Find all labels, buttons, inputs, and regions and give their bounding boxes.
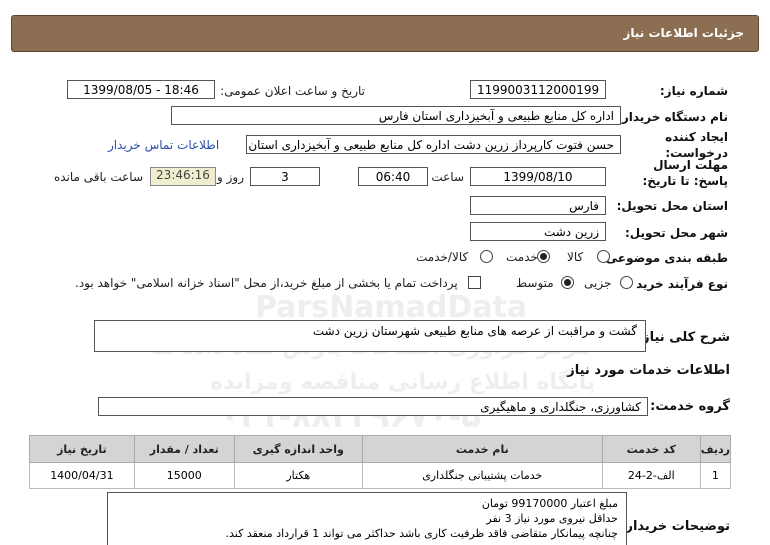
buyer-notes-box: مبلغ اعتبار 99170000 تومان حداقل نیروی م… bbox=[107, 492, 627, 545]
cell-service-code: الف-2-24 bbox=[601, 462, 701, 489]
category-radio-service[interactable] bbox=[537, 250, 550, 263]
process-radio-medium[interactable] bbox=[561, 276, 574, 289]
col-header-unit: واحد اندازه گیری bbox=[233, 435, 363, 463]
summary-label: شرح کلی نیاز: bbox=[636, 330, 730, 345]
cell-unit: هکتار bbox=[233, 462, 363, 489]
page-title: جزئیات اطلاعات نیاز bbox=[623, 26, 744, 40]
category-option-goods-service: کالا/خدمت bbox=[416, 250, 469, 264]
col-header-service-code: کد خدمت bbox=[601, 435, 701, 463]
col-header-need-date: تاریخ نیاز bbox=[29, 435, 135, 463]
category-option-goods: کالا bbox=[567, 250, 584, 264]
payment-note: پرداخت تمام یا بخشی از مبلغ خرید،از محل … bbox=[75, 276, 458, 290]
summary-text: گشت و مراقبت از عرصه های منابع طبیعی شهر… bbox=[312, 324, 637, 338]
announce-field: 1399/08/05 - 18:46 bbox=[67, 80, 215, 99]
days-label: روز و bbox=[217, 170, 244, 184]
col-header-service-name: نام خدمت bbox=[361, 435, 603, 463]
city-field: زرین دشت bbox=[470, 222, 606, 241]
watermark-line2: پایگاه اطلاع رسانی مناقصه ومزایده bbox=[210, 370, 596, 395]
contact-buyer-link[interactable]: اطلاعات تماس خریدار bbox=[108, 138, 219, 152]
process-radio-minor[interactable] bbox=[620, 276, 633, 289]
category-option-service: خدمت bbox=[506, 250, 538, 264]
cell-quantity: 15000 bbox=[133, 462, 235, 489]
category-label: طبقه بندی موضوعی: bbox=[600, 251, 728, 265]
buyer-notes-label: توضیحات خریدار: bbox=[620, 519, 730, 534]
cell-service-name: خدمات پشتیبانی جنگلداری bbox=[361, 462, 603, 489]
service-group-field: کشاورزی، جنگلداری و ماهیگیری bbox=[98, 397, 648, 416]
process-option-minor: جزیی bbox=[584, 276, 612, 290]
process-label: نوع فرآیند خرید : bbox=[627, 277, 728, 291]
announce-label: تاریخ و ساعت اعلان عمومی: bbox=[220, 84, 365, 98]
table-header-row: ردیف کد خدمت نام خدمت واحد اندازه گیری ت… bbox=[29, 435, 732, 463]
summary-field: گشت و مراقبت از عرصه های منابع طبیعی شهر… bbox=[94, 320, 646, 352]
province-label: استان محل تحویل: bbox=[616, 199, 728, 213]
buyer-note-line: مبلغ اعتبار 99170000 تومان bbox=[481, 497, 618, 510]
buyer-field: اداره کل منابع طبیعی و آبخیزداری استان ف… bbox=[171, 106, 621, 125]
deadline-date-field: 1399/08/10 bbox=[470, 167, 606, 186]
process-option-medium: متوسط bbox=[516, 276, 554, 290]
buyer-label: نام دستگاه خریدار: bbox=[617, 110, 728, 124]
deadline-time-label: ساعت bbox=[431, 170, 464, 184]
treasury-checkbox[interactable] bbox=[468, 276, 481, 289]
cell-need-date: 1400/04/31 bbox=[29, 462, 135, 489]
table-row: 1 الف-2-24 خدمات پشتیبانی جنگلداری هکتار… bbox=[29, 462, 732, 489]
city-label: شهر محل تحویل: bbox=[624, 226, 728, 240]
creator-field: حسن فتوت کارپرداز زرین دشت اداره کل مناب… bbox=[246, 135, 621, 154]
buyer-note-line: چنانچه پیمانکار متقاضی فاقد ظرفیت کاری ب… bbox=[225, 527, 618, 540]
service-group-label: گروه خدمت: bbox=[650, 399, 730, 414]
page-title-bar: جزئیات اطلاعات نیاز bbox=[11, 15, 759, 52]
province-field: فارس bbox=[470, 196, 606, 215]
deadline-label: مهلت ارسال پاسخ: تا تاریخ: bbox=[642, 158, 729, 188]
remaining-time: 23:46:16 bbox=[150, 167, 216, 186]
buyer-note-line: حداقل نیروی مورد نیاز 3 نفر bbox=[486, 512, 618, 525]
remaining-label: ساعت باقی مانده bbox=[53, 170, 143, 184]
category-radio-goods[interactable] bbox=[597, 250, 610, 263]
need-number-field: 1199003112000199 bbox=[470, 80, 606, 99]
services-title: اطلاعات خدمات مورد نیاز bbox=[567, 363, 730, 378]
col-header-row-number: ردیف bbox=[699, 435, 732, 463]
deadline-time-field: 06:40 bbox=[358, 167, 428, 186]
col-header-quantity: تعداد / مقدار bbox=[133, 435, 235, 463]
need-number-label: شماره نیاز: bbox=[659, 84, 728, 98]
category-radio-goods-service[interactable] bbox=[480, 250, 493, 263]
days-field: 3 bbox=[250, 167, 320, 186]
cell-row-number: 1 bbox=[699, 462, 732, 489]
services-table: ردیف کد خدمت نام خدمت واحد اندازه گیری ت… bbox=[29, 435, 732, 489]
